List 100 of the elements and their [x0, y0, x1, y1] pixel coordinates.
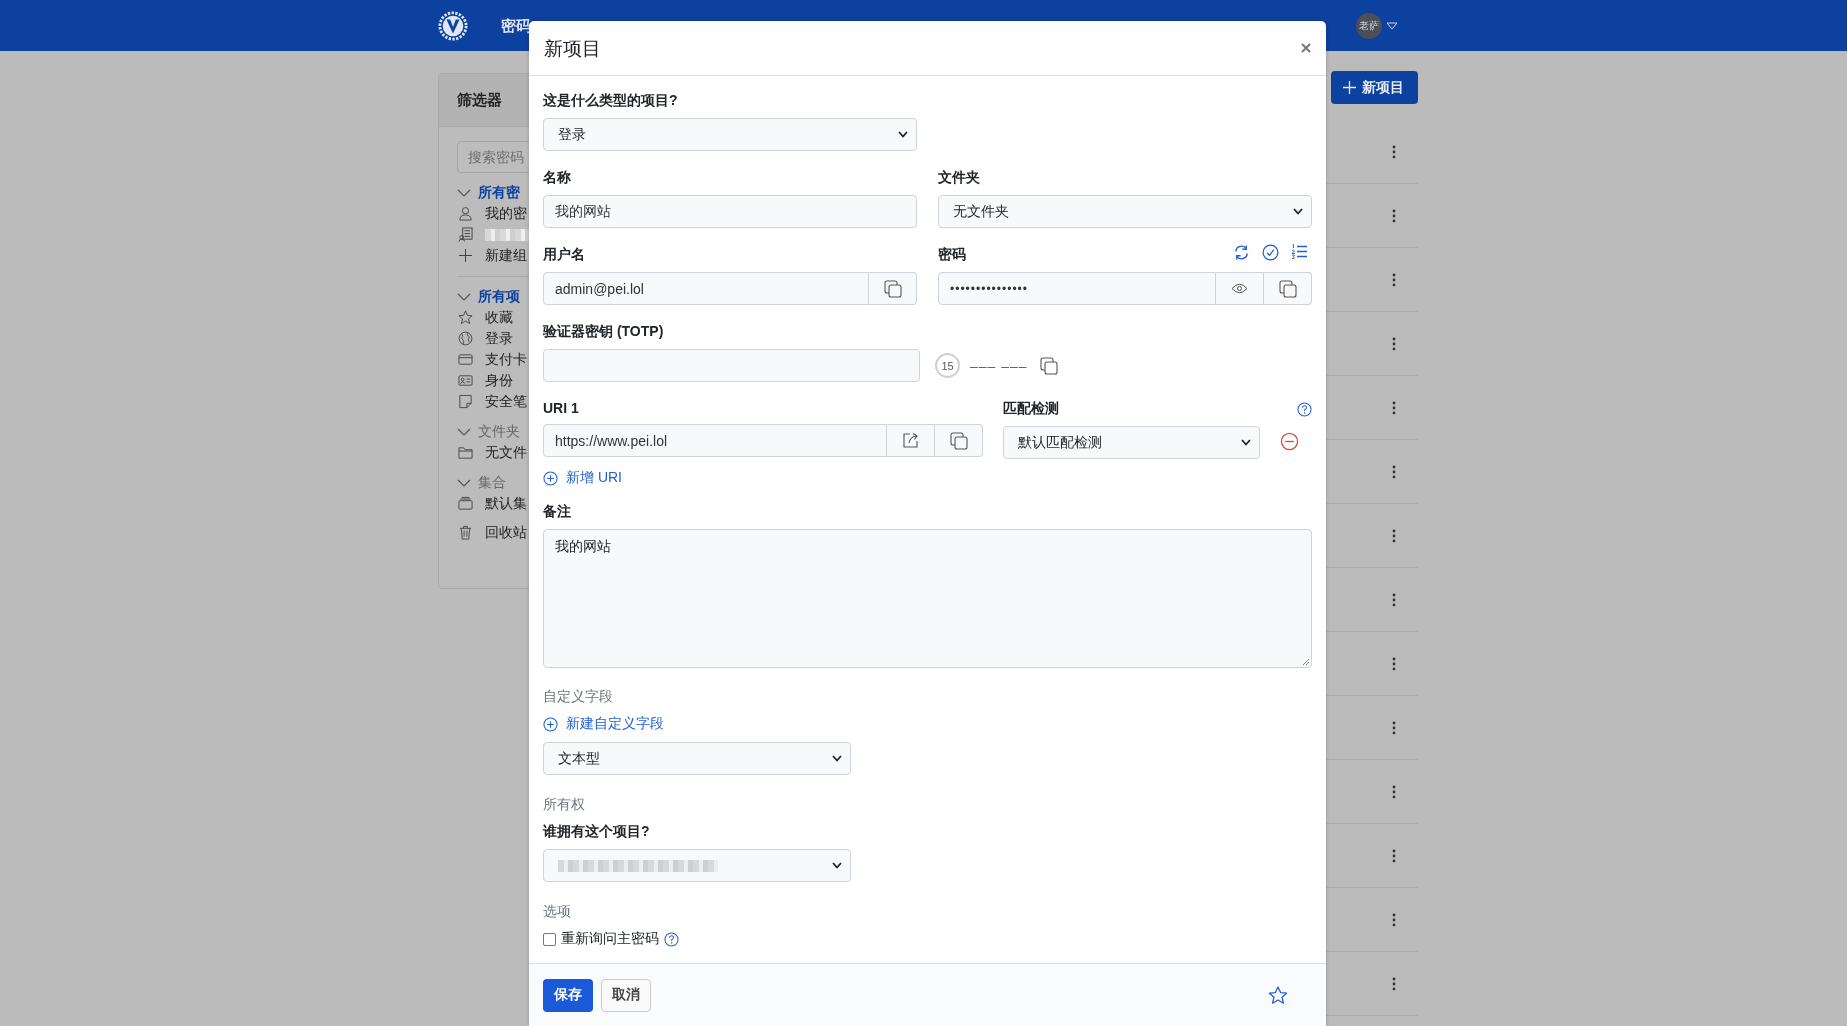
filter-item[interactable]: 默认集 — [485, 494, 527, 513]
more-options-icon[interactable] — [1392, 592, 1396, 607]
plus-icon — [1343, 81, 1356, 94]
password-field[interactable]: ••••••••••••••• — [938, 272, 1216, 305]
plus-circle-icon — [543, 470, 558, 486]
filter-item[interactable]: 安全笔 — [485, 392, 527, 411]
person-icon — [458, 206, 473, 221]
new-item-button[interactable]: 新项目 — [1331, 71, 1418, 104]
section-heading: 自定义字段 — [543, 688, 613, 706]
filter-item[interactable]: 收藏 — [485, 308, 513, 327]
plus-circle-icon — [543, 716, 558, 732]
show-password-button[interactable] — [1216, 272, 1264, 305]
field-label: 名称 — [543, 169, 572, 187]
filter-item[interactable]: 身份 — [485, 371, 513, 390]
copy-button[interactable] — [935, 424, 983, 457]
more-options-icon[interactable] — [1392, 208, 1396, 223]
filter-heading[interactable]: 所有项 — [478, 288, 520, 306]
dialog-title: 新项目 — [544, 36, 601, 61]
field-label: 用户名 — [543, 246, 586, 264]
id-icon — [458, 373, 473, 388]
section-heading: 所有权 — [543, 796, 585, 814]
copy-button[interactable] — [1264, 272, 1312, 305]
field-label: 密码 — [938, 246, 966, 264]
note-icon — [458, 394, 473, 409]
card-icon — [458, 352, 473, 367]
chevron-down-icon[interactable] — [457, 478, 471, 488]
filter-item[interactable]: 新建组 — [485, 246, 527, 265]
panel-title: 筛选器 — [457, 90, 502, 110]
more-options-icon[interactable] — [1392, 464, 1396, 479]
more-options-icon[interactable] — [1392, 144, 1396, 159]
globe-icon — [458, 331, 473, 346]
more-options-icon[interactable] — [1392, 336, 1396, 351]
eye-icon — [1231, 283, 1248, 294]
checkbox-label: 重新询问主密码 — [561, 930, 659, 948]
totp-code: ––– ––– — [970, 357, 1028, 374]
close-icon[interactable] — [1301, 43, 1311, 53]
field-type-select[interactable]: 文本型 — [543, 742, 851, 775]
more-options-icon[interactable] — [1392, 976, 1396, 991]
copy-icon — [949, 431, 968, 450]
collection-icon — [458, 496, 473, 511]
filter-item[interactable]: 我的密 — [485, 204, 527, 223]
field-label: 文件夹 — [938, 169, 981, 187]
remove-icon[interactable] — [1280, 432, 1299, 451]
notes-field[interactable]: 我的网站 — [543, 529, 1312, 668]
username-field[interactable]: admin@pei.lol — [543, 272, 869, 305]
plus-icon — [458, 248, 473, 263]
more-options-icon[interactable] — [1392, 912, 1396, 927]
field-label: 谁拥有这个项目? — [543, 823, 650, 841]
name-field[interactable]: 我的网站 — [543, 195, 917, 228]
avatar[interactable]: 老萨 — [1356, 12, 1382, 39]
star-icon[interactable] — [1268, 985, 1288, 1005]
field-label: 匹配检测 — [1003, 400, 1059, 418]
more-options-icon[interactable] — [1392, 720, 1396, 735]
logo-icon[interactable] — [438, 10, 468, 41]
more-options-icon[interactable] — [1392, 272, 1396, 287]
numbered-list-icon[interactable] — [1291, 244, 1308, 259]
help-icon[interactable] — [664, 931, 679, 947]
filter-item[interactable]: 登录 — [485, 329, 513, 348]
type-select[interactable]: 登录 — [543, 118, 917, 151]
check-circle-icon[interactable] — [1262, 244, 1279, 261]
add-uri-link[interactable]: 新增 URI — [543, 469, 622, 487]
uri-field[interactable]: https://www.pei.lol — [543, 424, 887, 457]
filter-item[interactable]: 无文件 — [485, 443, 527, 462]
resize-grip-icon[interactable] — [1302, 658, 1309, 665]
match-detection-select[interactable]: 默认匹配检测 — [1003, 426, 1260, 459]
field-label: 验证器密钥 (TOTP) — [543, 323, 665, 341]
launch-icon — [902, 432, 919, 449]
cancel-button[interactable]: 取消 — [601, 978, 651, 1012]
more-options-icon[interactable] — [1392, 656, 1396, 671]
star-icon — [458, 310, 473, 325]
chevron-down-icon[interactable] — [457, 292, 471, 302]
help-icon[interactable] — [1297, 402, 1312, 417]
filter-item[interactable]: 支付卡 — [485, 350, 527, 369]
chevron-down-icon[interactable] — [457, 427, 471, 437]
refresh-icon[interactable] — [1233, 244, 1250, 261]
filter-item[interactable]: 回收站 — [485, 523, 527, 542]
copy-button[interactable] — [869, 272, 917, 305]
countdown-timer: 15 — [935, 353, 960, 378]
organization-icon — [458, 227, 473, 242]
field-label: 这是什么类型的项目? — [543, 92, 679, 110]
field-label: URI 1 — [543, 400, 580, 416]
more-options-icon[interactable] — [1392, 400, 1396, 415]
save-button[interactable]: 保存 — [543, 978, 593, 1012]
folder-icon — [458, 445, 473, 460]
filter-heading[interactable]: 所有密 — [478, 184, 520, 202]
trash-icon — [458, 525, 473, 540]
field-label: 备注 — [543, 503, 572, 521]
new-custom-field-link[interactable]: 新建自定义字段 — [543, 715, 664, 733]
more-options-icon[interactable] — [1392, 848, 1396, 863]
more-options-icon[interactable] — [1392, 784, 1396, 799]
copy-icon — [883, 279, 902, 298]
totp-field[interactable] — [543, 349, 920, 382]
folder-select[interactable]: 无文件夹 — [938, 195, 1312, 228]
chevron-down-icon[interactable] — [457, 188, 471, 198]
more-options-icon[interactable] — [1392, 528, 1396, 543]
section-heading: 选项 — [543, 903, 571, 921]
caret-icon[interactable] — [1386, 21, 1398, 30]
copy-icon[interactable] — [1039, 356, 1058, 375]
reprompt-checkbox[interactable] — [543, 932, 556, 946]
copy-icon — [1278, 279, 1297, 298]
